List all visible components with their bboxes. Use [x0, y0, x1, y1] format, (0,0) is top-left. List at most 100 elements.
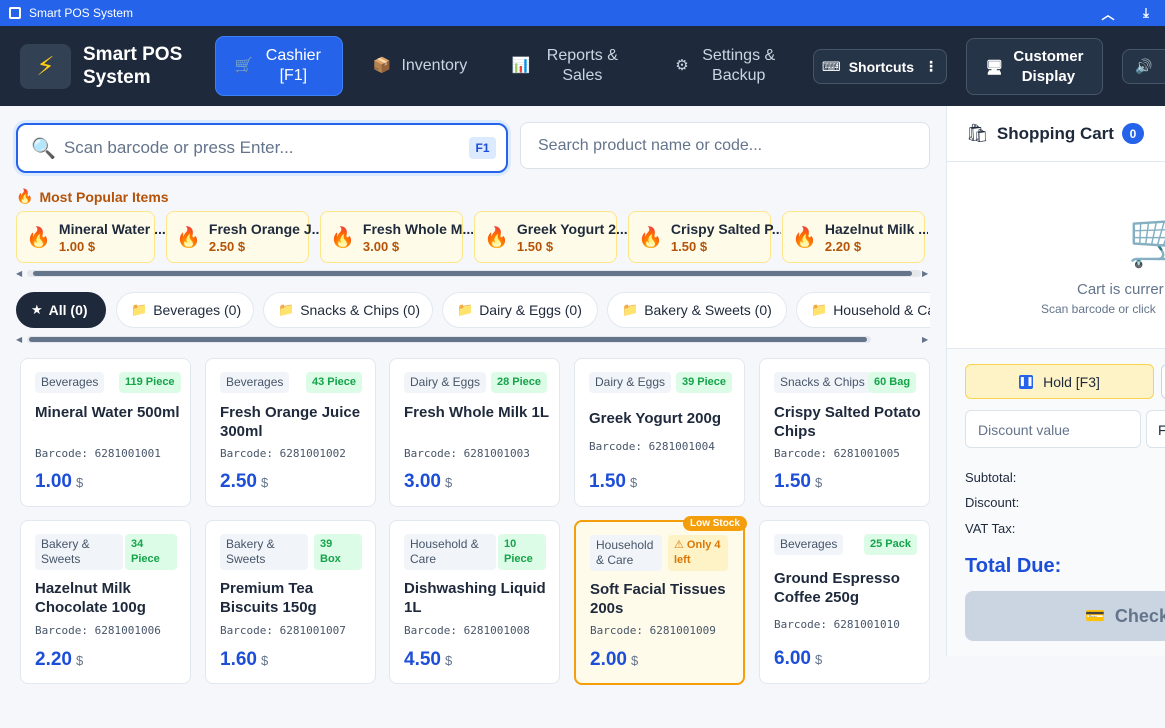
product-card[interactable]: Bakery & Sweets 34 Piece Hazelnut Milk C…	[20, 520, 191, 684]
currency: $	[444, 475, 453, 490]
price-value: 1.50	[774, 471, 811, 492]
checkout-button[interactable]: 💳 Check	[965, 591, 1165, 641]
product-barcode: Barcode: 6281001009	[590, 624, 716, 637]
cart-panel: 🛍 Shopping Cart 0 🛒 Cart is currer Scan …	[946, 106, 1165, 656]
discount-type-select[interactable]: F	[1146, 410, 1165, 448]
search-icon: 🔍	[31, 137, 56, 160]
popular-item[interactable]: 🔥 Fresh Whole M... 3.00 $	[320, 211, 473, 263]
scrollbar-thumb[interactable]	[29, 337, 867, 342]
product-card[interactable]: Bakery & Sweets 39 Box Premium Tea Biscu…	[205, 520, 376, 684]
cart-empty-title: Cart is currer	[1077, 281, 1164, 298]
product-card[interactable]: Snacks & Chips 60 Bag Crispy Salted Pota…	[759, 358, 930, 507]
price-value: 6.00	[774, 648, 811, 669]
total-due-label: Total Due:	[965, 555, 1062, 577]
download-icon[interactable]: ⤓	[1127, 5, 1165, 21]
popular-item[interactable]: 🔥 Crispy Salted P... 1.50 $	[628, 211, 781, 263]
popular-item[interactable]: 🔥 Mineral Water ... 1.00 $	[16, 211, 166, 263]
speaker-icon: 🔊	[1135, 58, 1153, 74]
collapse-icon[interactable]: ︿	[1089, 4, 1127, 23]
low-stock-badge: Low Stock	[682, 516, 747, 531]
category-label: Beverages (0)	[153, 302, 242, 318]
recall-button[interactable]	[1161, 364, 1165, 399]
fire-icon: 🔥	[330, 226, 355, 249]
popular-title: Most Popular Items	[39, 188, 169, 205]
discount-input[interactable]	[978, 422, 1128, 438]
product-price: 4.50 $	[404, 649, 452, 671]
barcode-search[interactable]: 🔍 F1	[16, 123, 508, 173]
product-barcode: Barcode: 6281001007	[220, 624, 346, 637]
popular-item-name: Fresh Orange J...	[208, 220, 319, 237]
popular-scrollbar[interactable]	[27, 270, 921, 277]
price-value: 4.50	[404, 649, 441, 670]
product-card[interactable]: Dairy & Eggs 39 Piece Greek Yogurt 200g …	[574, 358, 745, 507]
price-value: 1.60	[220, 649, 257, 670]
category-all[interactable]: ★ All (0)	[16, 292, 106, 328]
category-scrollbar[interactable]	[27, 336, 871, 343]
fire-icon: 🔥	[176, 226, 201, 249]
category-beverages[interactable]: 📁 Beverages (0)	[116, 292, 254, 328]
product-card[interactable]: Beverages 25 Pack Ground Espresso Coffee…	[759, 520, 930, 684]
popular-item[interactable]: 🔥 Hazelnut Milk ... 2.20 $	[782, 211, 928, 263]
fire-icon: 🔥	[26, 226, 51, 249]
product-price: 2.20 $	[35, 649, 83, 671]
product-card[interactable]: Household & Care 10 Piece Dishwashing Li…	[389, 520, 560, 684]
scroll-right-icon[interactable]: ▶	[922, 269, 928, 278]
folder-icon: 📁	[131, 302, 148, 317]
popular-item-price: 2.20 $	[824, 238, 862, 254]
scrollbar-thumb[interactable]	[33, 271, 912, 276]
checkout-label: Check	[1114, 605, 1165, 626]
stock-badge: 34 Piece	[125, 534, 177, 570]
sound-button[interactable]: 🔊	[1122, 49, 1165, 84]
nav-reports[interactable]: 📊 Reports & Sales	[498, 37, 638, 95]
scroll-left-icon[interactable]: ◀	[16, 269, 22, 278]
hold-button[interactable]: ❚❚ Hold [F3]	[965, 364, 1154, 399]
popular-item[interactable]: 🔥 Fresh Orange J... 2.50 $	[166, 211, 319, 263]
discount-field[interactable]	[965, 410, 1141, 448]
product-card[interactable]: Dairy & Eggs 28 Piece Fresh Whole Milk 1…	[389, 358, 560, 507]
cart-header: 🛍 Shopping Cart 0	[947, 106, 1165, 162]
product-category: Household & Care	[590, 535, 662, 571]
barcode-hotkey-badge: F1	[469, 137, 496, 159]
product-card-low-stock[interactable]: Low Stock Household & Care ⚠ Only 4 left…	[574, 516, 747, 685]
category-bakery[interactable]: 📁 Bakery & Sweets (0)	[607, 292, 787, 328]
product-search-input[interactable]	[538, 137, 908, 155]
nav-inventory-label: Inventory	[401, 57, 468, 74]
currency: $	[260, 653, 269, 668]
category-dairy[interactable]: 📁 Dairy & Eggs (0)	[442, 292, 598, 328]
product-category: Bakery & Sweets	[220, 534, 308, 570]
folder-icon: 📁	[457, 302, 474, 317]
barcode-input[interactable]	[63, 138, 454, 158]
cart-count-badge: 0	[1121, 123, 1144, 144]
category-snacks[interactable]: 📁 Snacks & Chips (0)	[263, 292, 433, 328]
currency: $	[629, 475, 638, 490]
scroll-left-icon[interactable]: ◀	[16, 335, 22, 344]
currency: $	[630, 653, 639, 668]
credit-card-icon: 💳	[1085, 608, 1105, 625]
nav-reports-label: Reports & Sales	[546, 47, 618, 84]
popular-item[interactable]: 🔥 Greek Yogurt 2... 1.50 $	[474, 211, 627, 263]
price-value: 2.50	[220, 471, 257, 492]
product-price: 1.50 $	[589, 471, 637, 493]
product-card[interactable]: Beverages 119 Piece Mineral Water 500ml …	[20, 358, 191, 507]
monitor-icon: 🖥	[985, 58, 1004, 75]
app-icon	[9, 7, 21, 19]
product-search[interactable]	[520, 122, 930, 169]
window-titlebar: Smart POS System ︿ ⤓	[0, 0, 1165, 26]
shortcuts-button[interactable]: ⌨ Shortcuts ⋮	[813, 49, 947, 84]
category-household[interactable]: 📁 Household & Care (0)	[796, 292, 930, 328]
product-name: Ground Espresso Coffee 250g	[774, 570, 900, 606]
customer-display-button[interactable]: 🖥 Customer Display	[966, 38, 1103, 95]
product-name: Premium Tea Biscuits 150g	[220, 580, 317, 616]
hold-label: Hold [F3]	[1043, 373, 1100, 390]
chart-icon: 📊	[511, 57, 531, 74]
scroll-right-icon[interactable]: ▶	[922, 335, 928, 344]
nav-inventory[interactable]: 📦 Inventory	[360, 37, 480, 95]
nav-settings[interactable]: ⚙ Settings & Backup	[658, 37, 796, 95]
popular-item-price: 2.50 $	[208, 238, 246, 254]
product-category: Bakery & Sweets	[35, 534, 123, 570]
nav-cashier[interactable]: 🛒 Cashier [F1]	[216, 37, 342, 95]
product-card[interactable]: Beverages 43 Piece Fresh Orange Juice 30…	[205, 358, 376, 507]
window-title: Smart POS System	[29, 6, 134, 20]
keyboard-icon: ⌨	[821, 58, 841, 74]
subtotal-label: Subtotal:	[965, 470, 1017, 485]
